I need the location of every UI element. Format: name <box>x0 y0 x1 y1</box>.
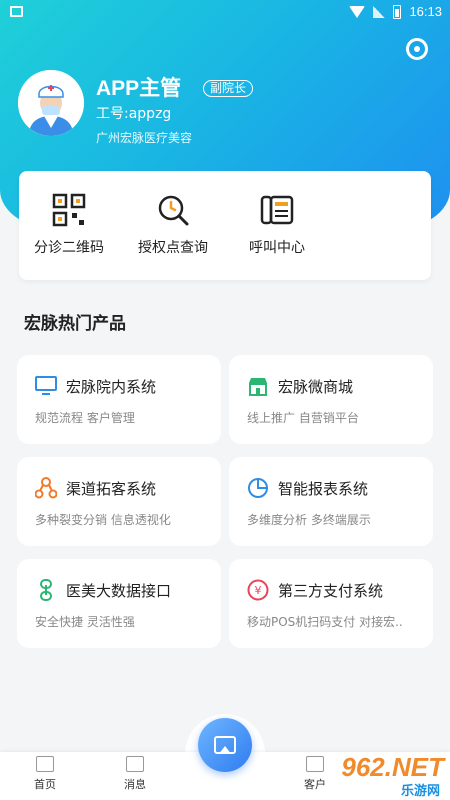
product-subtitle: 多种裂变分销 信息透视化 <box>35 513 171 527</box>
avatar[interactable] <box>18 70 84 136</box>
battery-icon <box>393 4 402 19</box>
quick-action-label: 分诊二维码 <box>34 240 104 256</box>
data-link-icon <box>40 579 52 601</box>
no-signal-icon <box>373 5 386 18</box>
tab-customers[interactable]: 客户 <box>285 756 345 792</box>
section-title: 宏脉热门产品 <box>24 314 126 334</box>
wifi-icon <box>349 5 366 18</box>
pie-chart-icon <box>248 478 268 498</box>
product-card-micro-mall[interactable]: 宏脉微商城 线上推广 自营销平台 <box>229 355 433 444</box>
status-bar: 16:13 <box>0 0 450 24</box>
quick-action-qr[interactable]: 分诊二维码 <box>19 193 119 257</box>
tab-messages[interactable]: 消息 <box>105 756 165 792</box>
message-icon <box>126 756 144 772</box>
search-clock-icon <box>156 193 190 227</box>
gallery-notification-icon <box>10 6 23 17</box>
home-icon <box>36 756 54 772</box>
status-time: 16:13 <box>409 4 442 19</box>
product-card-report-system[interactable]: 智能报表系统 多维度分析 多终端展示 <box>229 457 433 546</box>
quick-actions-panel: 分诊二维码 授权点查询 呼叫中心 <box>19 171 431 280</box>
qr-code-icon <box>52 193 86 227</box>
product-subtitle: 规范流程 客户管理 <box>35 411 135 425</box>
tab-label: 消息 <box>124 778 146 791</box>
user-name: APP主管 <box>96 77 182 100</box>
product-title: 宏脉微商城 <box>278 378 354 396</box>
user-icon <box>306 756 324 772</box>
role-badge: 副院长 <box>203 80 254 97</box>
quick-action-label: 呼叫中心 <box>249 240 305 256</box>
image-icon <box>214 736 236 754</box>
quick-action-authorized-search[interactable]: 授权点查询 <box>123 193 223 257</box>
settings-gear-icon[interactable] <box>406 38 428 60</box>
network-icon <box>35 477 57 499</box>
shop-icon <box>249 378 267 396</box>
watermark-text: 乐游网 <box>400 784 440 799</box>
product-subtitle: 安全快捷 灵活性强 <box>35 615 135 629</box>
tab-label: 客户 <box>304 778 326 791</box>
call-center-icon <box>260 193 294 227</box>
watermark-logo: 962.NET <box>341 752 444 782</box>
product-title: 智能报表系统 <box>278 480 369 498</box>
yen-icon: ¥ <box>247 579 269 601</box>
tab-home[interactable]: 首页 <box>15 756 75 792</box>
product-card-channel-system[interactable]: 渠道拓客系统 多种裂变分销 信息透视化 <box>17 457 221 546</box>
doctor-avatar-icon <box>18 70 84 136</box>
product-title: 第三方支付系统 <box>278 582 384 600</box>
product-title: 宏脉院内系统 <box>66 378 157 396</box>
product-subtitle: 移动POS机扫码支付 对接宏.. <box>247 615 403 629</box>
product-card-clinic-system[interactable]: 宏脉院内系统 规范流程 客户管理 <box>17 355 221 444</box>
quick-action-call-center[interactable]: 呼叫中心 <box>227 193 327 257</box>
product-title: 渠道拓客系统 <box>66 480 157 498</box>
product-card-payment-system[interactable]: ¥ 第三方支付系统 移动POS机扫码支付 对接宏.. <box>229 559 433 648</box>
company-name: 广州宏脉医疗美容 <box>96 131 193 145</box>
product-subtitle: 多维度分析 多终端展示 <box>247 513 371 527</box>
product-card-big-data-api[interactable]: 医美大数据接口 安全快捷 灵活性强 <box>17 559 221 648</box>
product-title: 医美大数据接口 <box>66 582 172 600</box>
monitor-icon <box>35 376 57 395</box>
svg-text:¥: ¥ <box>255 584 262 597</box>
job-number: 工号:appzg <box>96 106 172 122</box>
product-subtitle: 线上推广 自营销平台 <box>247 411 359 425</box>
quick-action-label: 授权点查询 <box>138 240 208 256</box>
center-action-button[interactable] <box>198 718 252 772</box>
tab-label: 首页 <box>34 778 56 791</box>
